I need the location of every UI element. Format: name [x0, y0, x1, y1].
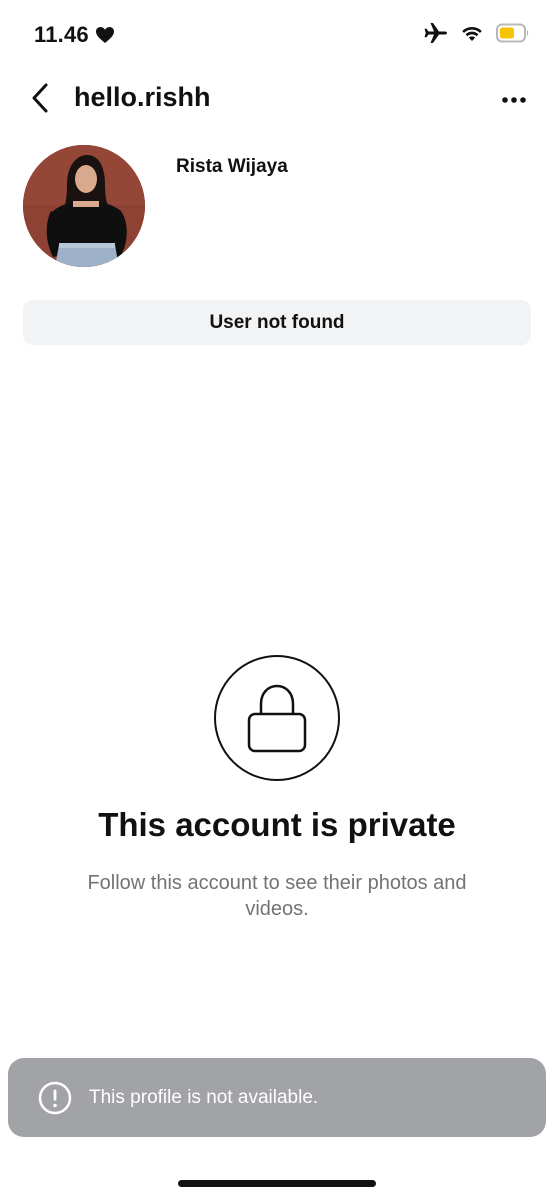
more-options-icon: [501, 96, 527, 104]
battery-icon: [496, 23, 530, 43]
status-time-group: 11.46: [34, 22, 115, 48]
lock-badge: [214, 655, 340, 781]
avatar-photo: [23, 145, 145, 267]
profile-display-name: Rista Wijaya: [176, 156, 288, 177]
avatar[interactable]: [23, 145, 145, 267]
status-time: 11.46: [34, 22, 89, 47]
private-account-title: This account is private: [98, 806, 456, 843]
profile-username: hello.rishh: [74, 82, 211, 112]
toast-message: This profile is not available.: [89, 1086, 319, 1108]
user-status-banner: User not found: [23, 300, 531, 345]
profile-header: hello.rishh: [0, 72, 554, 124]
airplane-icon: [424, 22, 448, 44]
wifi-icon: [460, 24, 484, 42]
home-indicator[interactable]: [178, 1180, 376, 1187]
back-button[interactable]: [22, 80, 58, 116]
status-bar: 11.46: [0, 0, 554, 70]
private-account-description: Follow this account to see their photos …: [87, 872, 467, 920]
back-arrow-icon: [30, 82, 50, 114]
status-icons: [424, 22, 530, 44]
user-status-label: User not found: [209, 311, 345, 333]
lock-icon: [246, 682, 308, 754]
heart-icon: [95, 26, 115, 44]
exclamation-circle-icon: [38, 1081, 72, 1115]
more-options-button[interactable]: [496, 82, 532, 118]
profile-screen: 11.46 hello.rishh Rista Wijaya User not …: [0, 0, 554, 1200]
unavailable-toast: This profile is not available.: [8, 1058, 546, 1137]
